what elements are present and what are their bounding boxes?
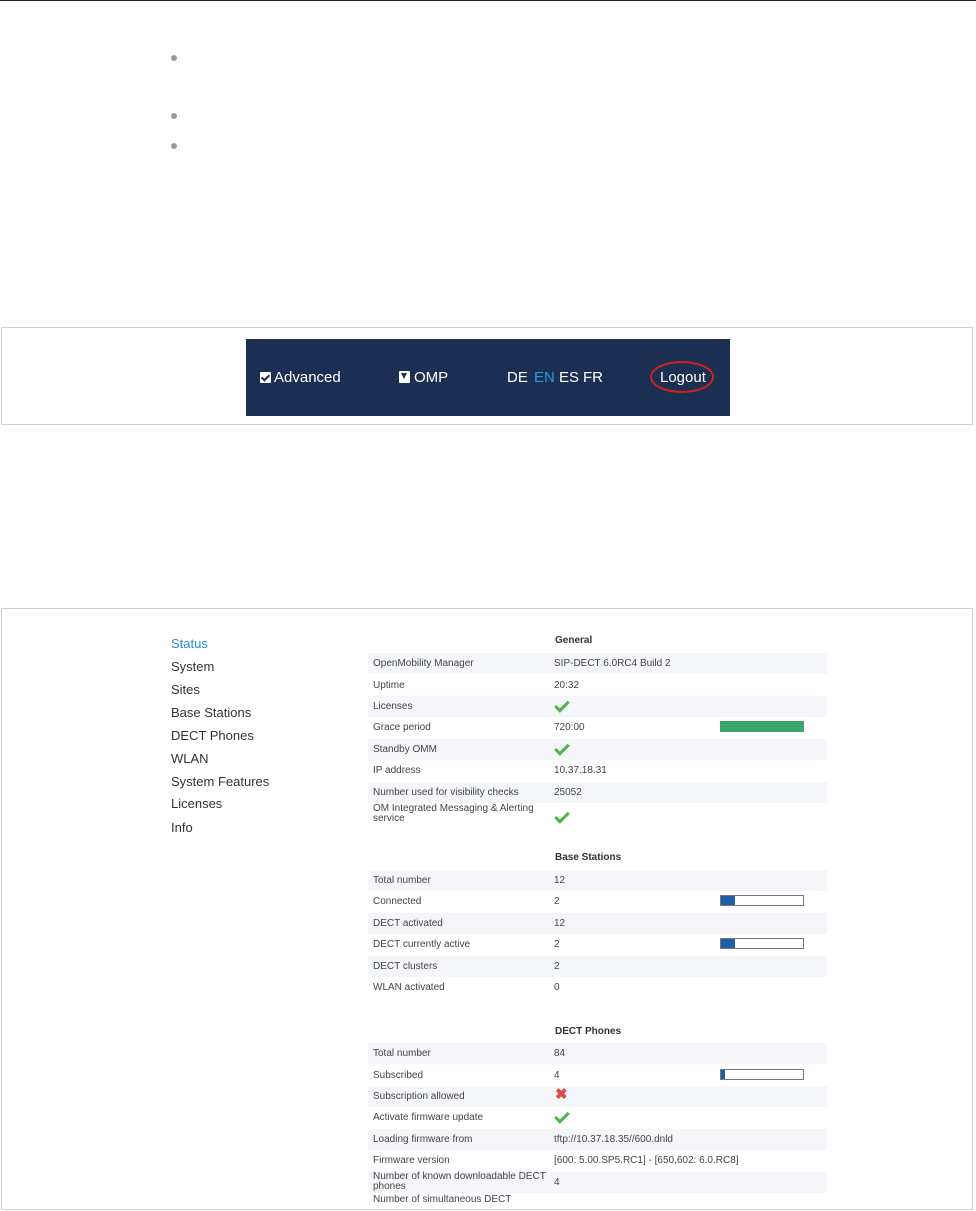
table-row: Grace period 720:00 (368, 717, 827, 738)
lang-de[interactable]: DE (507, 369, 528, 387)
table-row: Uptime 20:32 (373, 680, 580, 691)
section-title-base-stations: Base Stations (555, 852, 622, 863)
table-row: WLAN activated 0 (373, 982, 560, 993)
sidebar-item-licenses[interactable]: Licenses (171, 796, 222, 811)
top-divider (0, 0, 976, 1)
table-row: DECT activated 12 (368, 913, 827, 934)
bar-fill (721, 1070, 726, 1079)
table-row: Number used for visibility checks 25052 (368, 782, 827, 803)
bar-fill (721, 939, 735, 948)
check-icon (554, 808, 570, 824)
connected-bar (720, 895, 804, 906)
table-row: DECT clusters 2 (368, 956, 827, 977)
table-row: DECT currently active 2 (368, 934, 827, 955)
bullet-marker (171, 143, 177, 149)
sidebar-item-base-stations[interactable]: Base Stations (171, 705, 251, 720)
sidebar-item-wlan[interactable]: WLAN (171, 751, 209, 766)
sidebar-item-system-features[interactable]: System Features (171, 774, 269, 789)
bullet-marker (171, 55, 177, 61)
sidebar-item-dect-phones[interactable]: DECT Phones (171, 728, 254, 743)
advanced-toggle[interactable]: Advanced (260, 369, 341, 387)
cross-icon: ✖ (555, 1086, 568, 1103)
table-row: Connected 2 (368, 891, 827, 912)
table-row: Licenses (368, 696, 827, 717)
sidebar-item-system[interactable]: System (171, 659, 214, 674)
download-icon (399, 371, 410, 383)
table-row: Subscribed 4 (368, 1065, 827, 1086)
check-icon (554, 1108, 570, 1124)
table-row: Standby OMM (368, 739, 827, 760)
subscribed-bar (720, 1069, 804, 1080)
table-row: Number of known downloadable DECT phones… (368, 1172, 827, 1193)
checkbox-checked-icon[interactable] (260, 372, 271, 383)
bar-fill (721, 896, 735, 905)
bullet-marker (171, 113, 177, 119)
table-row: Number of simultaneous DECT (373, 1194, 512, 1205)
table-row: Subscription allowed ✖ (368, 1086, 827, 1107)
table-row: Loading firmware from tftp://10.37.18.35… (368, 1129, 827, 1150)
logout-highlight-ring (650, 361, 714, 393)
table-row: OpenMobility Manager SIP-DECT 6.0RC4 Bui… (368, 653, 827, 674)
sidebar-item-status[interactable]: Status (171, 636, 208, 651)
lang-fr[interactable]: FR (583, 369, 603, 387)
sidebar-item-info[interactable]: Info (171, 820, 193, 835)
table-row: Firmware version [600: 5.00.SP5.RC1] - [… (373, 1155, 739, 1166)
table-row: IP address 10.37.18.31 (373, 765, 607, 776)
lang-en[interactable]: EN (534, 369, 555, 387)
dect-active-bar (720, 938, 804, 949)
lang-es[interactable]: ES (559, 369, 579, 387)
check-icon (554, 697, 570, 713)
table-row: OM Integrated Messaging & Alerting servi… (368, 804, 827, 825)
sidebar-item-sites[interactable]: Sites (171, 682, 200, 697)
section-title-dect-phones: DECT Phones (555, 1026, 622, 1037)
table-row: Total number 12 (368, 870, 827, 891)
section-title-general: General (555, 635, 593, 646)
table-row: Total number 84 (368, 1043, 827, 1064)
grace-period-bar (720, 721, 804, 732)
table-row: Activate firmware update (368, 1107, 827, 1128)
omp-download-link[interactable]: OMP (399, 369, 448, 387)
check-icon (554, 740, 570, 756)
